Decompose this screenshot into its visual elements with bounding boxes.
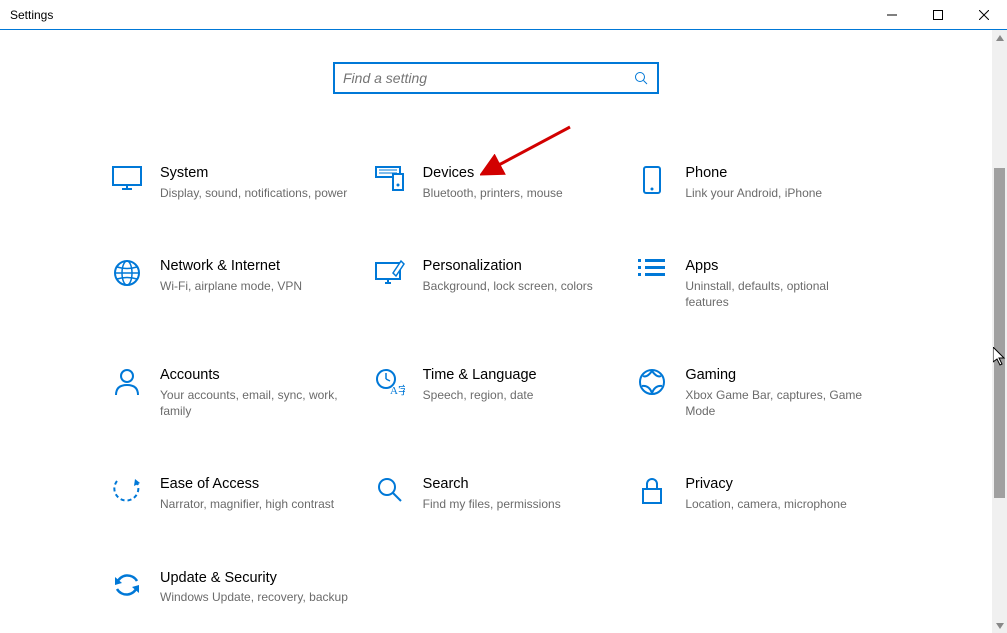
tile-subtitle: Background, lock screen, colors: [423, 278, 612, 294]
window-controls: [869, 0, 1007, 29]
globe-icon: [110, 257, 144, 287]
apps-icon: [635, 257, 669, 281]
search-box[interactable]: [333, 62, 659, 94]
update-icon: [110, 569, 144, 599]
settings-grid: System Display, sound, notifications, po…: [110, 164, 882, 606]
minimize-button[interactable]: [869, 0, 915, 29]
tile-subtitle: Wi-Fi, airplane mode, VPN: [160, 278, 349, 294]
phone-icon: [635, 164, 669, 194]
tile-title: Apps: [685, 257, 874, 276]
magnifier-icon: [373, 475, 407, 503]
ease-of-access-icon: [110, 475, 144, 505]
vertical-scrollbar[interactable]: [992, 30, 1007, 633]
maximize-button[interactable]: [915, 0, 961, 29]
tile-subtitle: Uninstall, defaults, optional features: [685, 278, 874, 310]
tile-title: Privacy: [685, 475, 874, 494]
titlebar: Settings: [0, 0, 1007, 30]
tile-subtitle: Location, camera, microphone: [685, 496, 874, 512]
tile-apps[interactable]: Apps Uninstall, defaults, optional featu…: [635, 257, 882, 310]
tile-title: Personalization: [423, 257, 612, 276]
svg-text:A字: A字: [390, 383, 405, 396]
tile-title: Accounts: [160, 366, 349, 385]
tile-accounts[interactable]: Accounts Your accounts, email, sync, wor…: [110, 366, 357, 419]
tile-title: System: [160, 164, 349, 183]
tile-title: Network & Internet: [160, 257, 349, 276]
devices-icon: [373, 164, 407, 192]
scroll-up-arrow-icon[interactable]: [992, 30, 1007, 45]
search-input[interactable]: [343, 70, 633, 86]
tile-title: Search: [423, 475, 612, 494]
tile-update-security[interactable]: Update & Security Windows Update, recove…: [110, 569, 357, 606]
tile-privacy[interactable]: Privacy Location, camera, microphone: [635, 475, 882, 512]
tile-subtitle: Your accounts, email, sync, work, family: [160, 387, 349, 419]
tile-gaming[interactable]: Gaming Xbox Game Bar, captures, Game Mod…: [635, 366, 882, 419]
tile-title: Update & Security: [160, 569, 349, 588]
tile-subtitle: Narrator, magnifier, high contrast: [160, 496, 349, 512]
tile-title: Gaming: [685, 366, 874, 385]
tile-devices[interactable]: Devices Bluetooth, printers, mouse: [373, 164, 620, 201]
scroll-down-arrow-icon[interactable]: [992, 618, 1007, 633]
tile-title: Devices: [423, 164, 612, 183]
tile-subtitle: Find my files, permissions: [423, 496, 612, 512]
tile-phone[interactable]: Phone Link your Android, iPhone: [635, 164, 882, 201]
window-title: Settings: [10, 8, 53, 22]
tile-time-language[interactable]: A字 Time & Language Speech, region, date: [373, 366, 620, 419]
scroll-thumb[interactable]: [994, 168, 1005, 498]
person-icon: [110, 366, 144, 396]
lock-icon: [635, 475, 669, 505]
tile-ease-of-access[interactable]: Ease of Access Narrator, magnifier, high…: [110, 475, 357, 512]
tile-title: Time & Language: [423, 366, 612, 385]
close-button[interactable]: [961, 0, 1007, 29]
tile-personalization[interactable]: Personalization Background, lock screen,…: [373, 257, 620, 310]
tile-subtitle: Windows Update, recovery, backup: [160, 589, 349, 605]
tile-title: Phone: [685, 164, 874, 183]
tile-subtitle: Bluetooth, printers, mouse: [423, 185, 612, 201]
time-language-icon: A字: [373, 366, 407, 396]
system-icon: [110, 164, 144, 190]
tile-subtitle: Speech, region, date: [423, 387, 612, 403]
content-area: System Display, sound, notifications, po…: [0, 30, 992, 633]
tile-system[interactable]: System Display, sound, notifications, po…: [110, 164, 357, 201]
personalization-icon: [373, 257, 407, 285]
tile-subtitle: Link your Android, iPhone: [685, 185, 874, 201]
tile-subtitle: Display, sound, notifications, power: [160, 185, 349, 201]
tile-subtitle: Xbox Game Bar, captures, Game Mode: [685, 387, 874, 419]
gaming-icon: [635, 366, 669, 396]
tile-title: Ease of Access: [160, 475, 349, 494]
search-icon: [633, 70, 649, 86]
tile-search[interactable]: Search Find my files, permissions: [373, 475, 620, 512]
tile-network[interactable]: Network & Internet Wi-Fi, airplane mode,…: [110, 257, 357, 310]
